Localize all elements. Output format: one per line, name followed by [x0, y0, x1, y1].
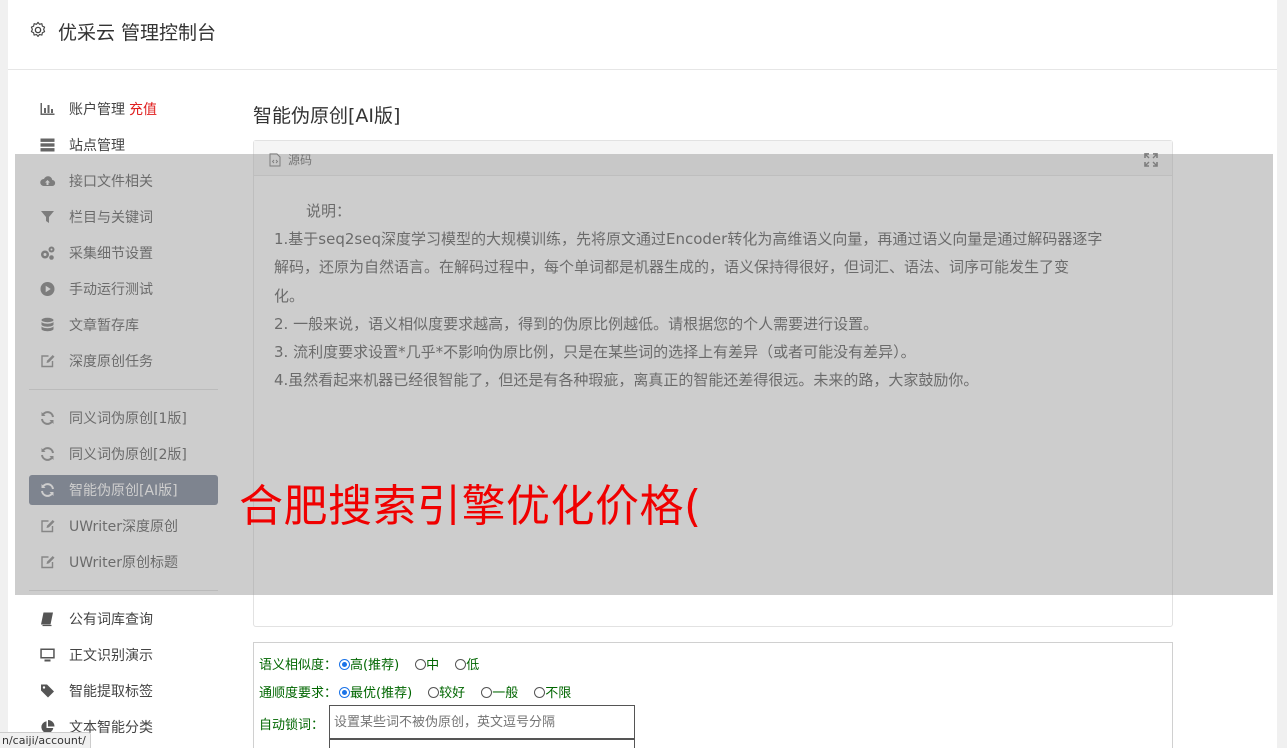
lock-words-input[interactable]: [329, 705, 635, 739]
similarity-radio-medium[interactable]: [415, 659, 427, 670]
similarity-row: 语义相似度： 高(推荐) 中 低: [259, 654, 495, 676]
radio-label: 最优(推荐): [350, 686, 413, 701]
options-form: 语义相似度： 高(推荐) 中 低 通顺度要求： 最优(推荐) 较好 一般 不限 自动锁词：: [253, 642, 1173, 748]
radio-label: 一般: [492, 686, 519, 701]
sidebar-item-public-lexicon[interactable]: 公有词库查询: [29, 604, 218, 634]
book-icon: [41, 612, 53, 627]
sidebar-item-text-recognition[interactable]: 正文识别演示: [29, 640, 218, 670]
fluency-label: 通顺度要求：: [259, 686, 338, 701]
fluency-row: 通顺度要求： 最优(推荐) 较好 一般 不限: [259, 682, 587, 704]
fluency-radio-unlimited[interactable]: [534, 687, 546, 698]
sidebar-item-label: 公有词库查询: [69, 612, 153, 628]
radio-label: 高(推荐): [350, 658, 400, 673]
sidebar-item-smart-tags[interactable]: 智能提取标签: [29, 676, 218, 706]
gear-icon: [30, 21, 46, 38]
sidebar-item-account[interactable]: 账户管理 充值: [29, 94, 218, 124]
fluency-radio-good[interactable]: [428, 687, 440, 698]
page-title: 智能伪原创[AI版]: [253, 105, 401, 127]
sidebar-item-label: 正文识别演示: [69, 648, 153, 664]
similarity-label: 语义相似度：: [259, 658, 338, 673]
similarity-radio-low[interactable]: [455, 659, 467, 670]
recharge-link[interactable]: 充值: [129, 102, 157, 118]
sidebar-item-label: 站点管理: [69, 138, 125, 154]
sidebar-item-label: 智能提取标签: [69, 684, 153, 700]
fluency-radio-best[interactable]: [339, 687, 351, 698]
server-icon: [40, 138, 55, 152]
bar-chart-icon: [40, 103, 55, 115]
sidebar-item-label: 账户管理: [69, 102, 125, 118]
radio-label: 低: [466, 658, 480, 673]
similarity-radio-high[interactable]: [339, 659, 351, 670]
console-title: 优采云 管理控制台: [58, 22, 217, 44]
status-bar-url: n/caiji/account/: [0, 732, 91, 748]
radio-label: 不限: [545, 686, 572, 701]
radio-label: 较好: [439, 686, 466, 701]
lock-words-label: 自动锁词：: [259, 718, 325, 733]
radio-label: 中: [426, 658, 440, 673]
fluency-radio-normal[interactable]: [481, 687, 493, 698]
monitor-icon: [40, 648, 55, 662]
top-header: 优采云 管理控制台: [8, 0, 1277, 70]
tag-icon: [41, 684, 54, 698]
secondary-input[interactable]: [329, 739, 635, 748]
watermark-text: 合肥搜索引擎优化价格(: [239, 481, 702, 532]
